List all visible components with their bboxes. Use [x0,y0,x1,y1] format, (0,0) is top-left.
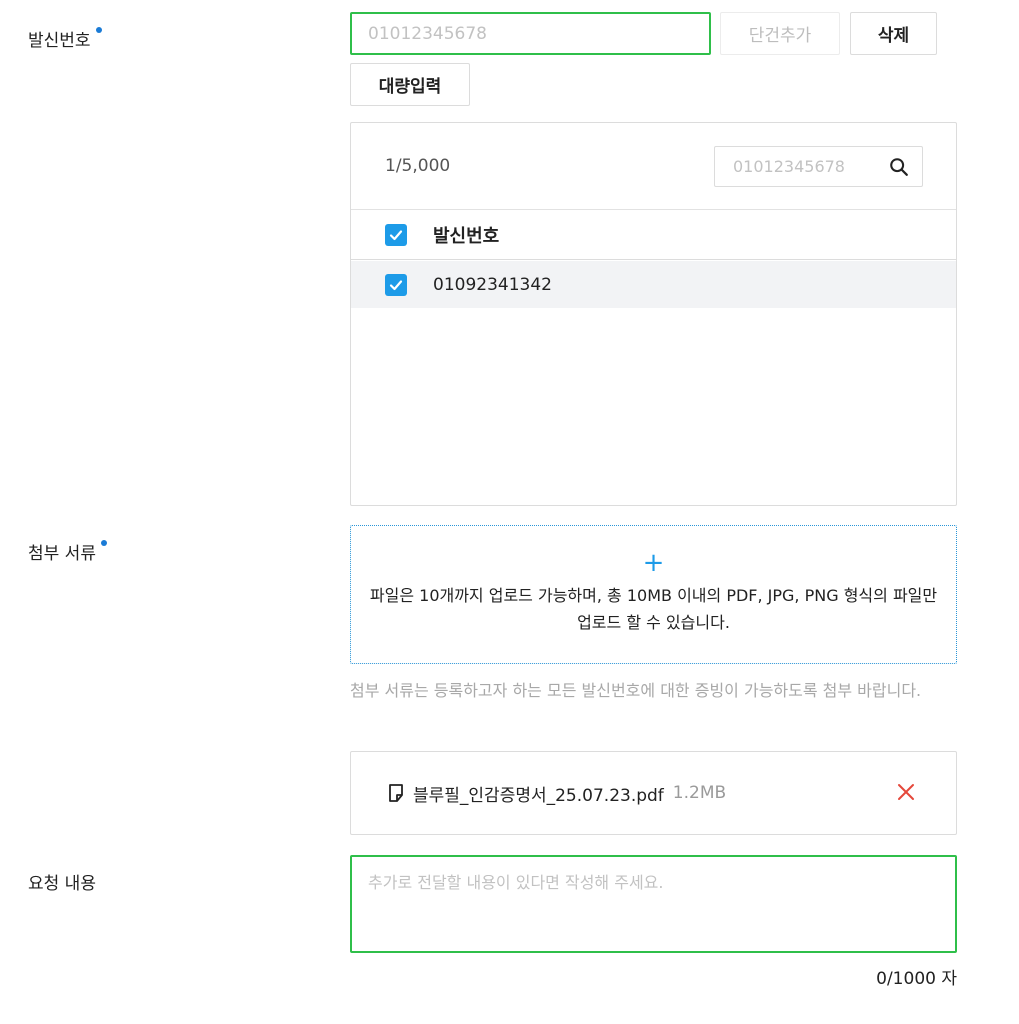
sender-number-list: 1/5,000 발신번호 01092341342 [350,122,957,506]
upload-instructions: 파일은 10개까지 업로드 가능하며, 총 10MB 이내의 PDF, JPG,… [369,586,938,632]
sender-number-label-text: 발신번호 [28,31,91,51]
attachment-hint: 첨부 서류는 등록하고자 하는 모든 발신번호에 대한 증빙이 가능하도록 첨부… [350,681,922,700]
delete-button[interactable]: 삭제 [850,12,937,55]
request-label: 요청 내용 [28,869,96,894]
sender-number-input[interactable] [350,12,711,55]
list-header-label: 발신번호 [433,225,500,247]
file-icon [389,784,403,802]
sender-number-label: 발신번호 [28,26,102,51]
plus-icon: + [642,548,665,578]
add-single-button[interactable]: 단건추가 [720,12,840,55]
search-icon[interactable] [888,156,910,178]
check-icon [389,279,403,290]
file-upload-dropzone[interactable]: + 파일은 10개까지 업로드 가능하며, 총 10MB 이내의 PDF, JP… [350,525,957,664]
request-textarea[interactable] [350,855,957,953]
file-name: 블루필_인감증명서_25.07.23.pdf [413,785,664,806]
list-header-row: 발신번호 [351,210,956,260]
table-row[interactable]: 01092341342 [351,261,956,308]
file-size: 1.2MB [672,783,727,803]
check-icon [389,229,403,240]
select-all-checkbox[interactable] [385,223,407,246]
required-dot [100,540,107,546]
attached-file-item: 블루필_인감증명서_25.07.23.pdf 1.2MB [350,751,957,835]
request-label-text: 요청 내용 [28,874,96,894]
row-checkbox[interactable] [385,273,407,296]
required-dot [95,27,102,33]
char-counter: 0/1000 자 [876,969,957,989]
list-count: 1/5,000 [385,156,451,176]
attachment-label-text: 첨부 서류 [28,544,96,564]
list-search-box[interactable] [714,146,923,187]
list-search-input[interactable] [733,157,873,176]
row-number: 01092341342 [433,274,552,295]
close-icon[interactable] [896,782,916,802]
attachment-label: 첨부 서류 [28,539,107,564]
bulk-input-button[interactable]: 대량입력 [350,63,470,106]
